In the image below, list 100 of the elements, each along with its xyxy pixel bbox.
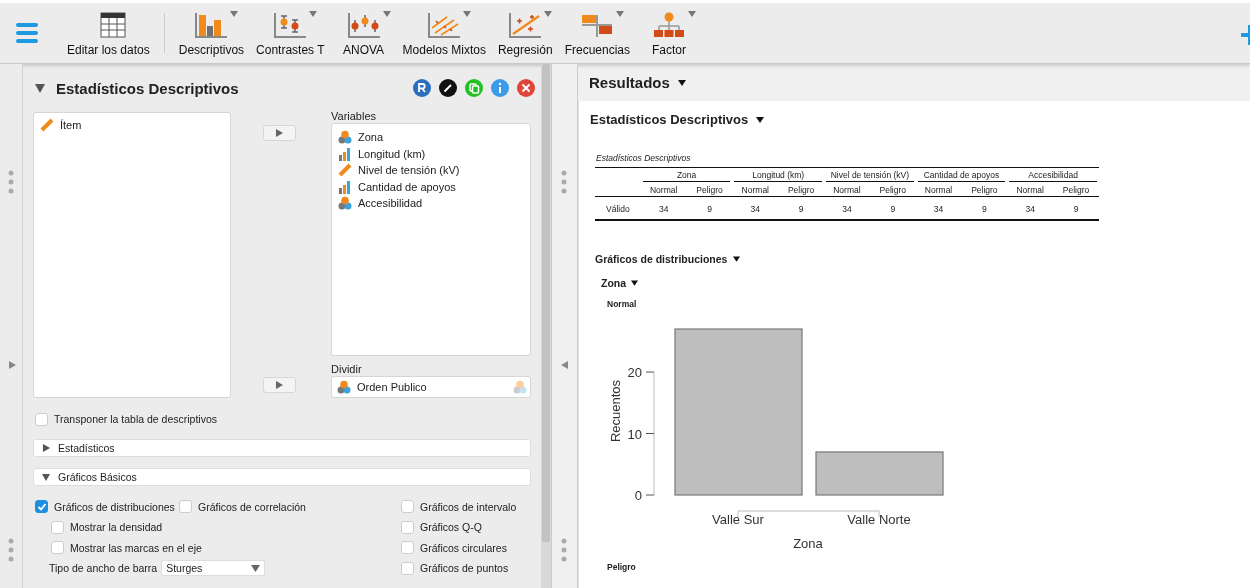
column-group-header: Longitud (km) <box>734 170 823 182</box>
column-header: Peligro <box>778 182 825 197</box>
close-icon[interactable] <box>517 79 535 97</box>
drag-handle-icon[interactable] <box>561 538 567 562</box>
column-group-header: Cantidad de apoyos <box>917 170 1006 182</box>
drag-handle-icon[interactable] <box>8 170 14 194</box>
collapse-arrow-icon[interactable] <box>35 83 45 93</box>
section-heading[interactable]: Zona <box>601 277 627 289</box>
column-header: Peligro <box>961 182 1008 197</box>
circles-icon <box>338 196 352 211</box>
toolbar-button[interactable]: Modelos Mixtos <box>398 9 490 57</box>
caret-icon[interactable] <box>631 280 639 286</box>
variable-item[interactable]: Longitud (km) <box>337 145 525 162</box>
checkbox[interactable]: Gráficos de intervalo <box>401 496 531 517</box>
split-field[interactable]: Orden Publico <box>331 376 531 398</box>
toolbar-button[interactable]: Descriptivos <box>174 9 249 57</box>
dropdown-caret-icon <box>463 11 472 17</box>
transpose-checkbox[interactable]: Transponer la tabla de descriptivos <box>35 409 531 430</box>
dropdown-caret-icon <box>616 11 625 17</box>
info-icon[interactable] <box>491 79 509 97</box>
checkbox[interactable]: Gráficos circulares <box>401 537 531 558</box>
variable-item[interactable]: Cantidad de apoyos <box>337 178 525 195</box>
copy-icon[interactable] <box>465 79 483 97</box>
caret-icon[interactable] <box>677 79 686 86</box>
variable-item[interactable]: Ítem <box>39 117 225 134</box>
column-group-header: Zona <box>642 170 731 182</box>
table-title: Estadísticos Descriptivos <box>596 153 692 163</box>
table-cell: 9 <box>869 196 916 220</box>
variable-item[interactable]: Nivel de tensión (kV) <box>337 162 525 179</box>
results-title[interactable]: Resultados <box>589 74 670 91</box>
circles-icon <box>513 380 527 394</box>
ruler-icon <box>40 118 54 133</box>
table-cell: 9 <box>961 196 1008 220</box>
toolbar-button[interactable]: Editar los datos <box>63 9 154 57</box>
variable-item[interactable]: Accesibilidad <box>337 195 525 212</box>
tick-label: 10 <box>627 426 642 442</box>
dropdown-caret-icon <box>382 11 391 17</box>
table-cell: 34 <box>824 196 870 220</box>
drag-handle-icon[interactable] <box>8 538 14 562</box>
move-button[interactable] <box>263 377 296 393</box>
expand-arrow-icon[interactable] <box>9 361 16 369</box>
toolbar-button[interactable]: Factor <box>638 9 700 57</box>
analysis-heading[interactable]: Estadísticos Descriptivos <box>590 112 749 127</box>
caret-icon[interactable] <box>733 256 741 262</box>
bar-chart-icon <box>194 12 229 38</box>
tick-label: 0 <box>634 488 642 503</box>
column-group-header: Nivel de tensión (kV) <box>826 170 914 182</box>
collapse-arrow-icon[interactable] <box>561 361 568 369</box>
toolbar-button[interactable]: Frecuencias <box>560 9 634 57</box>
column-header: Normal <box>824 182 870 197</box>
circles-icon <box>337 380 351 394</box>
plot-label: Peligro <box>607 562 637 572</box>
caret-icon[interactable] <box>756 116 765 123</box>
checkbox[interactable]: Gráficos Q-Q <box>401 517 531 538</box>
toolbar-button[interactable]: ANOVA <box>332 9 395 57</box>
caret-icon <box>251 564 261 572</box>
column-header: Peligro <box>686 182 733 197</box>
bar-width-dropdown[interactable]: Sturges <box>161 560 266 576</box>
field-label: Variables <box>331 110 378 123</box>
checkbox[interactable]: Gráficos de puntos <box>401 558 531 579</box>
tick-label: 20 <box>627 365 642 381</box>
menu-icon[interactable] <box>16 23 38 43</box>
column-header: Normal <box>915 182 962 197</box>
variable-item[interactable]: Zona <box>337 129 525 146</box>
toolbar-button[interactable]: Contrastes T <box>252 9 329 57</box>
edit-icon[interactable] <box>439 79 457 97</box>
toolbar-button[interactable]: Regresión <box>493 9 557 57</box>
checkbox[interactable]: Mostrar la densidad <box>51 517 306 538</box>
column-header: Peligro <box>869 182 916 197</box>
table-cell: 9 <box>1053 196 1099 220</box>
table-cell: 34 <box>1007 196 1054 220</box>
two-means-icon <box>273 12 308 38</box>
checkbox[interactable]: Gráficos de correlación <box>179 496 306 517</box>
column-header: Normal <box>732 182 779 197</box>
check-icon <box>36 501 47 512</box>
axis-title: Recuentos <box>608 379 623 443</box>
bars-icon <box>338 146 352 161</box>
drag-handle-icon[interactable] <box>561 170 567 194</box>
section-heading[interactable]: Gráficos de distribuciones <box>595 253 728 265</box>
dropdown-caret-icon <box>688 11 696 17</box>
section-header[interactable]: Gráficos Básicos <box>33 467 531 486</box>
dropdown-caret-icon <box>309 11 318 17</box>
field-label: Dividir <box>331 363 363 376</box>
section-header[interactable]: Estadísticos <box>33 438 531 457</box>
column-header: Normal <box>640 182 687 197</box>
axis-title: Zona <box>793 536 823 551</box>
play-icon <box>276 129 283 137</box>
category-label: Valle Norte <box>847 512 911 527</box>
r-code-icon[interactable] <box>413 79 431 97</box>
table-cell: 9 <box>778 196 825 220</box>
move-button[interactable] <box>263 125 296 141</box>
row-label: Válido <box>595 196 641 220</box>
scrollbar-thumb[interactable] <box>542 64 550 542</box>
table-cell: 9 <box>686 196 733 220</box>
table-cell: 34 <box>732 196 779 220</box>
analysis-title: Estadísticos Descriptivos <box>56 79 240 97</box>
checkbox[interactable]: Mostrar las marcas en el eje <box>51 537 306 558</box>
table-cell: 34 <box>640 196 687 220</box>
checkbox[interactable]: Gráficos de distribuciones <box>35 496 179 517</box>
play-icon <box>276 381 283 389</box>
